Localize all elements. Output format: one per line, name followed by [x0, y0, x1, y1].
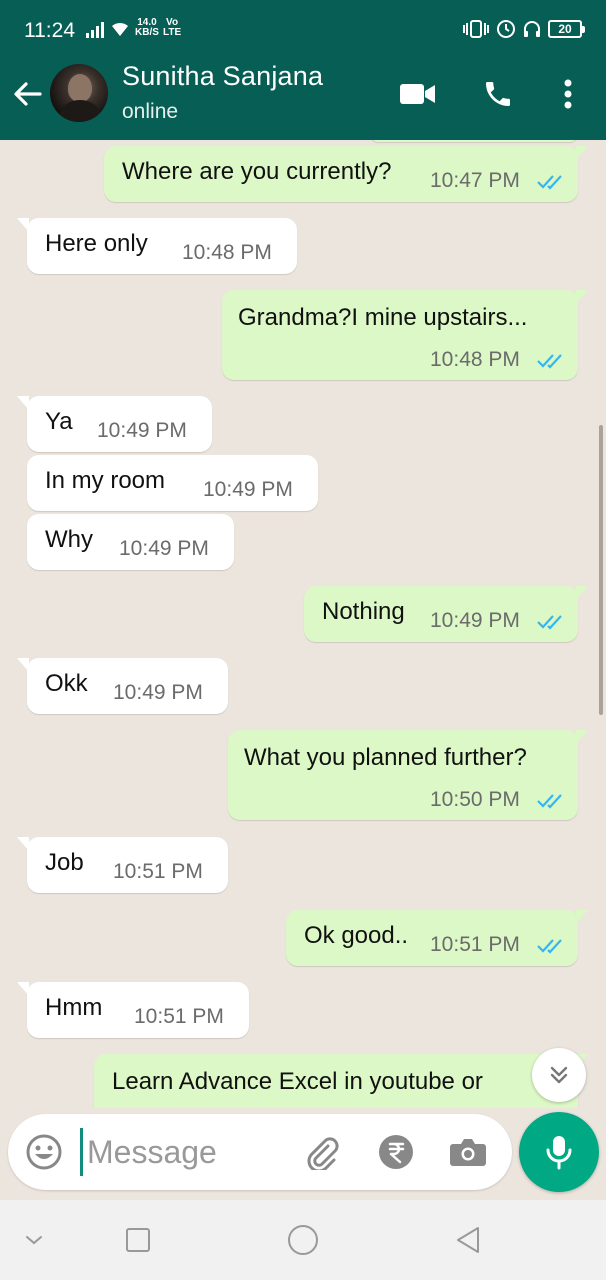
avatar[interactable] [50, 64, 108, 122]
message-input[interactable] [80, 1128, 290, 1176]
message-time: 10:47 PM [430, 169, 520, 192]
network-type: Vo LTE [163, 17, 182, 38]
status-bar: 11:24 14.0 KB/S Vo LTE 20 [0, 0, 606, 64]
message-time: 10:50 PM [430, 788, 520, 811]
message-bubble-outgoing[interactable]: What you planned further? 10:50 PM [228, 730, 588, 820]
camera-icon [450, 1139, 486, 1166]
more-options-button[interactable] [548, 76, 588, 112]
message-text: Here only [45, 230, 148, 257]
message-text: Nothing [322, 598, 405, 625]
more-vert-icon [564, 79, 572, 109]
nav-collapse-button[interactable] [14, 1220, 54, 1260]
square-icon [126, 1228, 150, 1252]
chat-header: Sunitha Sanjana online [0, 61, 606, 140]
message-bubble-incoming[interactable]: Here only 10:48 PM [17, 218, 297, 274]
message-bubble-partial [370, 140, 578, 142]
message-text: Why [45, 526, 93, 553]
message-text: Grandma?I mine upstairs... [238, 304, 528, 331]
rupee-icon [379, 1135, 413, 1169]
message-text: Okk [45, 670, 88, 697]
chevron-down-icon [26, 1236, 42, 1245]
voice-message-button[interactable] [519, 1112, 599, 1192]
network-speed: 14.0 KB/S [135, 17, 159, 38]
message-time: 10:49 PM [430, 609, 520, 632]
read-ticks-icon [537, 354, 562, 369]
double-chevron-down-icon [550, 1066, 568, 1084]
composer-bar [0, 1108, 606, 1200]
message-time: 10:49 PM [203, 478, 293, 501]
nav-back-button[interactable] [448, 1220, 488, 1260]
attach-button[interactable] [302, 1132, 342, 1172]
message-bubble-outgoing[interactable]: Learn Advance Excel in youtube or [94, 1054, 588, 1108]
contact-name[interactable]: Sunitha Sanjana [122, 61, 323, 92]
message-list[interactable]: Where are you currently? 10:47 PM Here o… [0, 140, 606, 1108]
message-text: Job [45, 849, 84, 876]
message-text: Learn Advance Excel in youtube or [112, 1068, 483, 1095]
headset-icon [524, 21, 540, 37]
message-bubble-outgoing[interactable]: Grandma?I mine upstairs... 10:48 PM [222, 290, 588, 380]
message-bubble-incoming[interactable]: Why 10:49 PM [27, 514, 234, 570]
message-bubble-incoming[interactable]: Hmm 10:51 PM [17, 982, 249, 1038]
arrow-left-icon [14, 82, 42, 106]
nav-recents-button[interactable] [118, 1220, 158, 1260]
read-ticks-icon [537, 939, 562, 954]
message-bubble-incoming[interactable]: Job 10:51 PM [17, 837, 228, 893]
message-text: Ya [45, 408, 73, 435]
nav-home-button[interactable] [283, 1220, 323, 1260]
triangle-back-icon [457, 1227, 479, 1253]
message-bubble-incoming[interactable]: Okk 10:49 PM [17, 658, 228, 714]
message-time: 10:51 PM [113, 860, 203, 883]
video-call-icon [400, 84, 435, 104]
message-time: 10:51 PM [430, 933, 520, 956]
camera-button[interactable] [448, 1132, 488, 1172]
vibrate-icon [463, 20, 489, 38]
paperclip-icon [307, 1137, 339, 1170]
message-time: 10:49 PM [97, 419, 187, 442]
mic-icon [546, 1136, 572, 1170]
chat-scrollbar[interactable] [599, 425, 603, 715]
message-time: 10:49 PM [113, 681, 203, 704]
message-bubble-outgoing[interactable]: Where are you currently? 10:47 PM [104, 146, 588, 202]
circle-icon [288, 1225, 318, 1255]
back-button[interactable] [10, 76, 46, 112]
scroll-to-bottom-button[interactable] [532, 1048, 586, 1102]
message-text: In my room [45, 467, 166, 494]
message-time: 10:48 PM [430, 348, 520, 371]
composer [8, 1114, 512, 1190]
system-nav-bar [0, 1200, 606, 1280]
emoji-button[interactable] [24, 1132, 64, 1172]
video-call-button[interactable] [398, 76, 438, 112]
message-time: 10:48 PM [182, 241, 272, 264]
message-bubble-outgoing[interactable]: Nothing 10:49 PM [304, 586, 588, 642]
message-time: 10:49 PM [119, 537, 209, 560]
message-text: Ok good.. [304, 922, 409, 949]
message-bubble-incoming[interactable]: In my room 10:49 PM [27, 455, 318, 511]
payment-button[interactable] [376, 1132, 416, 1172]
message-text: Where are you currently? [122, 158, 392, 185]
cellular-signal-icon [86, 22, 104, 38]
status-time: 11:24 [24, 19, 75, 42]
contact-status: online [122, 100, 179, 123]
message-text: What you planned further? [244, 744, 527, 771]
read-ticks-icon [537, 175, 562, 190]
read-ticks-icon [537, 794, 562, 809]
alarm-icon [497, 20, 515, 38]
voice-call-button[interactable] [478, 76, 518, 112]
message-time: 10:51 PM [134, 1005, 224, 1028]
status-right-icons: 20 [462, 19, 585, 39]
emoji-icon [26, 1134, 62, 1170]
phone-icon [486, 82, 510, 106]
battery-indicator: 20 [548, 20, 585, 38]
message-text: Hmm [45, 994, 103, 1021]
wifi-icon [112, 22, 128, 36]
message-bubble-incoming[interactable]: Ya 10:49 PM [17, 396, 212, 452]
message-bubble-outgoing[interactable]: Ok good.. 10:51 PM [286, 910, 588, 966]
read-ticks-icon [537, 615, 562, 630]
